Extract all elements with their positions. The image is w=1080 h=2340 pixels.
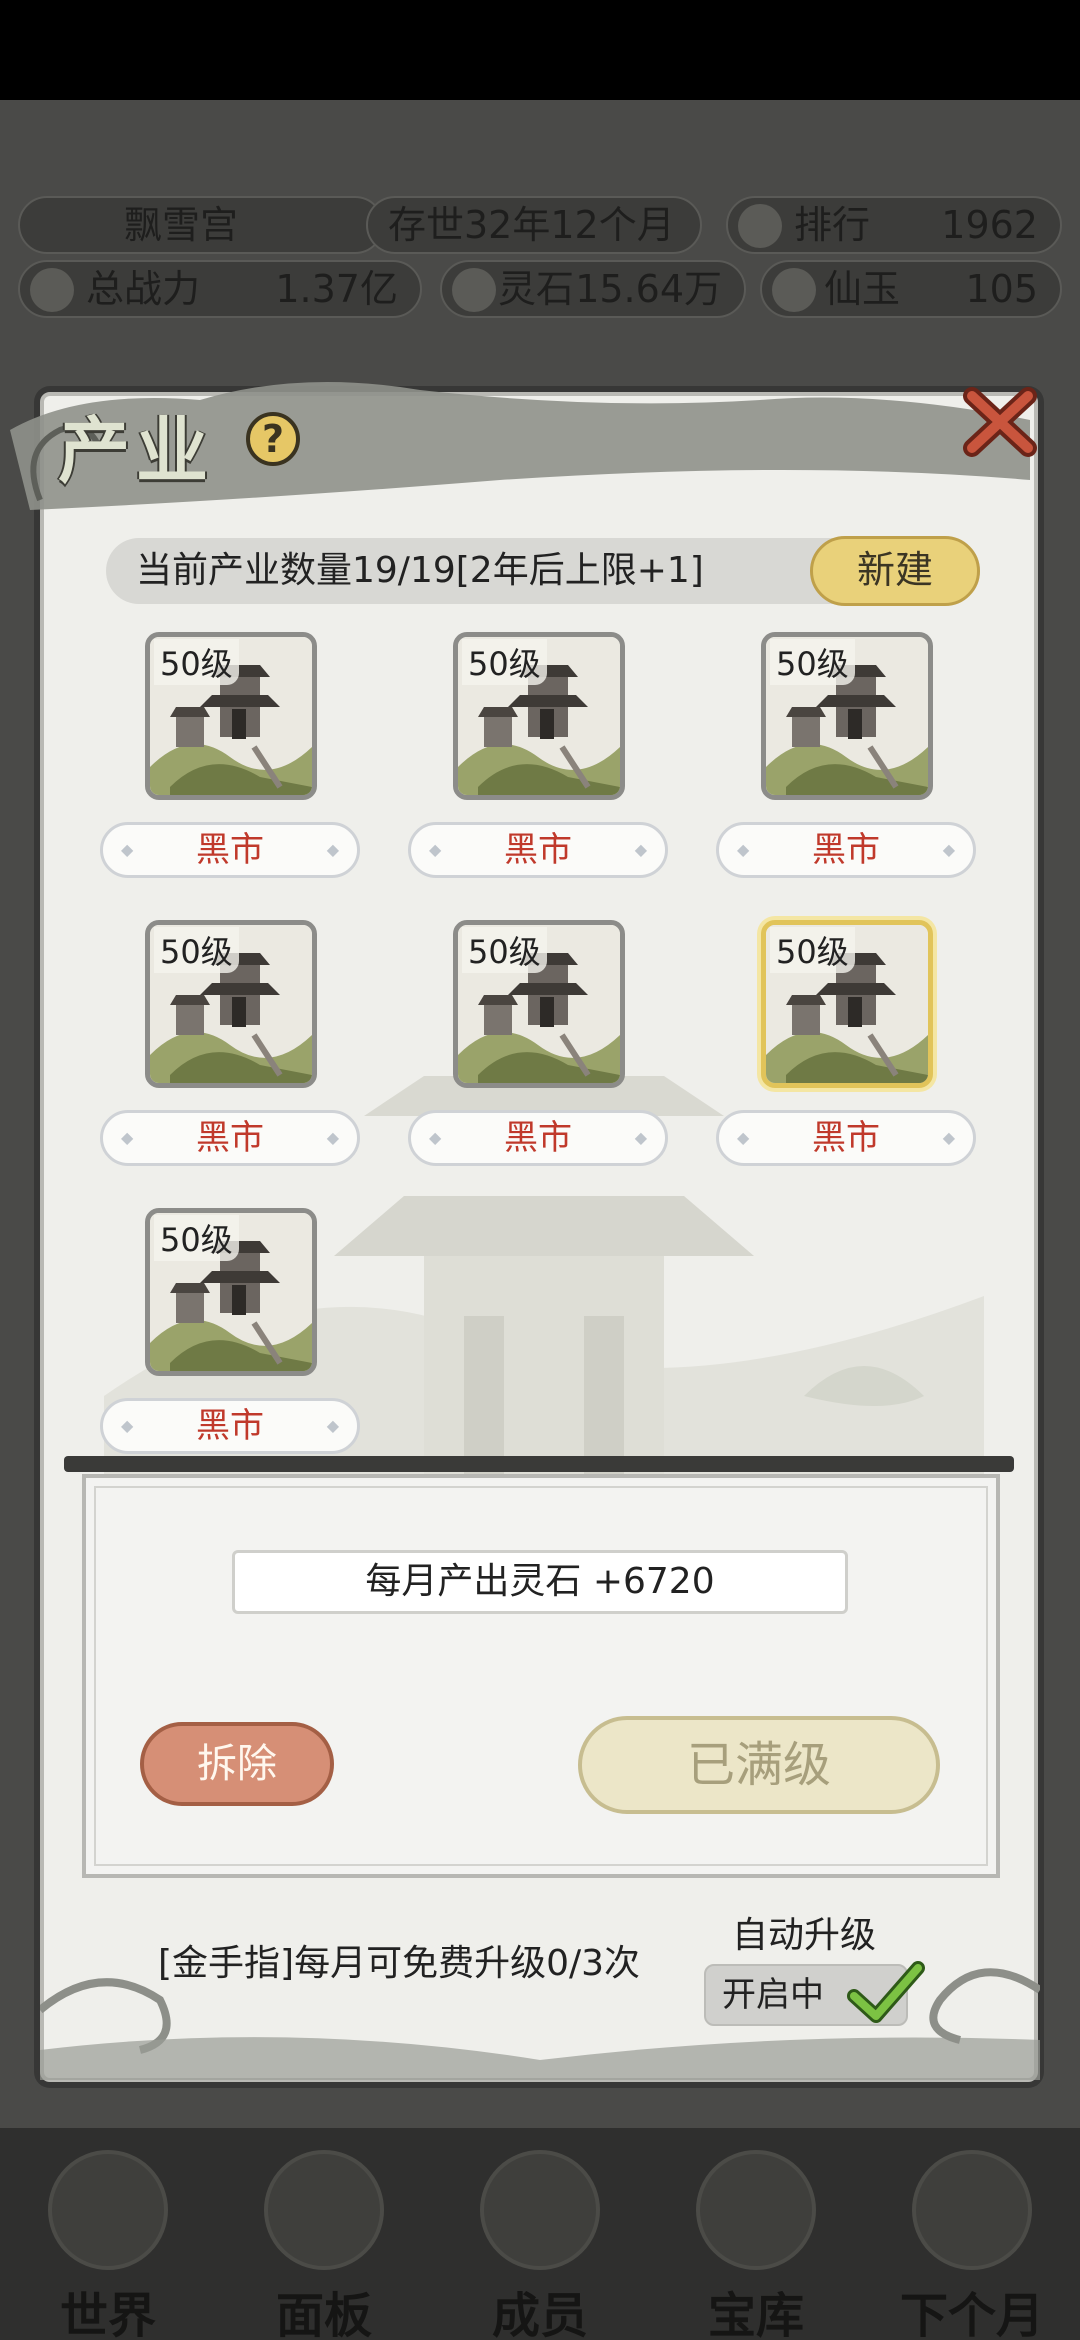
panel-icon [264, 2150, 384, 2270]
sect-name-pill: 飘雪宫 [18, 196, 384, 254]
rank-icon [738, 204, 782, 248]
industry-slot[interactable]: 50级黑市 [408, 920, 668, 1180]
industry-slot[interactable]: 50级黑市 [716, 920, 976, 1180]
industry-name: 黑市 [408, 1110, 668, 1166]
rank-pill: 排行 1962 [726, 196, 1062, 254]
industry-level: 50级 [154, 1215, 239, 1261]
industry-slot[interactable]: 50级黑市 [408, 632, 668, 892]
jade-icon [772, 268, 816, 312]
industry-level: 50级 [770, 639, 855, 685]
jade-label: 仙玉 [824, 267, 901, 311]
industry-name: 黑市 [716, 822, 976, 878]
nav-members[interactable]: 成员 [432, 2128, 648, 2340]
next-month-icon [912, 2150, 1032, 2270]
stone-icon [452, 268, 496, 312]
industry-thumbnail[interactable]: 50级 [453, 920, 625, 1088]
power-value: 1.37亿 [275, 267, 398, 311]
power-pill: 总战力 1.37亿 [18, 260, 422, 318]
close-icon[interactable] [960, 382, 1040, 462]
nav-label: 世界 [59, 2288, 156, 2340]
nav-world[interactable]: 世界 [0, 2128, 216, 2340]
monthly-output-text: 每月产出灵石 +6720 [232, 1550, 848, 1614]
panel-divider [64, 1456, 1014, 1472]
industry-thumbnail[interactable]: 50级 [145, 920, 317, 1088]
demolish-button[interactable]: 拆除 [140, 1722, 334, 1806]
new-industry-button[interactable]: 新建 [810, 536, 980, 606]
industry-name: 黑市 [100, 1110, 360, 1166]
rank-label: 排行 [794, 203, 871, 247]
status-bar [0, 0, 1080, 100]
stone-label: 灵石 [498, 267, 575, 311]
treasury-icon [696, 2150, 816, 2270]
nav-next-month[interactable]: 下个月 [864, 2128, 1080, 2340]
industry-slot[interactable]: 50级黑市 [100, 1208, 360, 1468]
power-icon [30, 268, 74, 312]
rank-value: 1962 [941, 203, 1038, 247]
sect-age: 存世32年12个月 [388, 203, 675, 247]
industry-thumbnail[interactable]: 50级 [145, 632, 317, 800]
modal-footer-decoration [40, 1968, 1040, 2080]
members-icon [480, 2150, 600, 2270]
industry-thumbnail[interactable]: 50级 [453, 632, 625, 800]
nav-label: 宝库 [707, 2288, 804, 2340]
nav-treasury[interactable]: 宝库 [648, 2128, 864, 2340]
stone-value: 15.64万 [575, 267, 722, 311]
max-level-button: 已满级 [578, 1716, 940, 1814]
modal-title: 产业 [58, 408, 215, 493]
nav-label: 面板 [275, 2288, 372, 2340]
jade-pill: 仙玉 105 [760, 260, 1062, 318]
sect-age-pill: 存世32年12个月 [366, 196, 702, 254]
industry-level: 50级 [154, 639, 239, 685]
nav-panel[interactable]: 面板 [216, 2128, 432, 2340]
help-icon[interactable]: ? [246, 412, 300, 466]
industry-name: 黑市 [100, 822, 360, 878]
industry-thumbnail[interactable]: 50级 [145, 1208, 317, 1376]
industry-level: 50级 [770, 927, 855, 973]
sect-name: 飘雪宫 [124, 203, 239, 247]
industry-slot[interactable]: 50级黑市 [100, 920, 360, 1180]
industry-slot[interactable]: 50级黑市 [716, 632, 976, 892]
power-label: 总战力 [86, 267, 201, 311]
stone-pill: 灵石 15.64万 [440, 260, 746, 318]
industry-name: 黑市 [716, 1110, 976, 1166]
industry-level: 50级 [462, 927, 547, 973]
industry-count-text: 当前产业数量19/19[2年后上限+1] [136, 550, 704, 591]
nav-label: 下个月 [899, 2288, 1044, 2340]
bottom-nav: 世界 面板 成员 宝库 下个月 [0, 2128, 1080, 2340]
industry-thumbnail[interactable]: 50级 [761, 920, 933, 1088]
industry-thumbnail[interactable]: 50级 [761, 632, 933, 800]
industry-name: 黑市 [408, 822, 668, 878]
industry-level: 50级 [462, 639, 547, 685]
industry-slot[interactable]: 50级黑市 [100, 632, 360, 892]
world-icon [48, 2150, 168, 2270]
industry-name: 黑市 [100, 1398, 360, 1454]
jade-value: 105 [965, 267, 1038, 311]
nav-label: 成员 [491, 2288, 588, 2340]
industry-level: 50级 [154, 927, 239, 973]
